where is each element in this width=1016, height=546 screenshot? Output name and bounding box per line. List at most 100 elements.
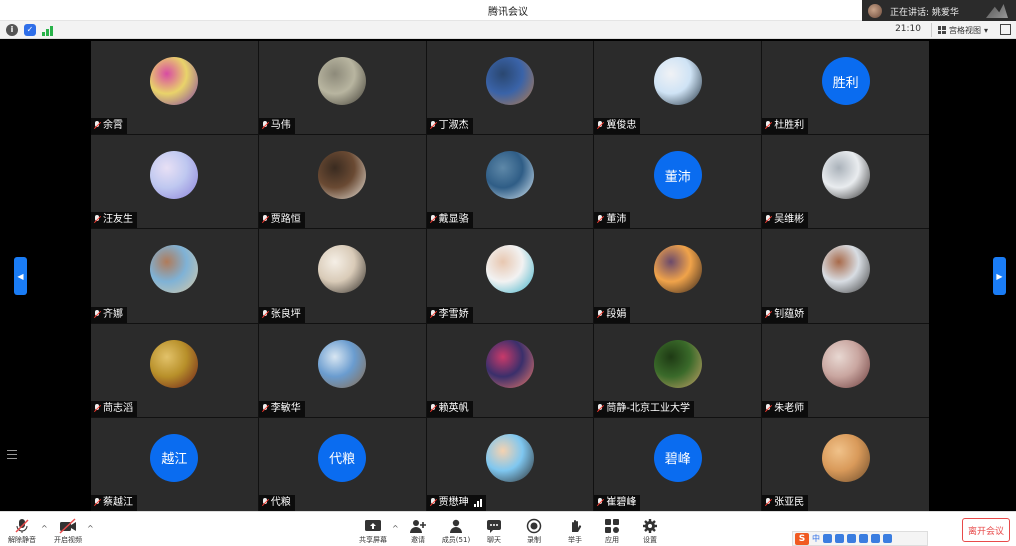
participant-tile[interactable]: 冀俊忠 — [594, 41, 762, 135]
participant-name-bar: 段娟 — [594, 306, 631, 323]
speaking-label: 正在讲话: 姚爱华 — [890, 7, 959, 18]
participant-tile[interactable]: 碧峰 崔碧峰 — [594, 417, 762, 511]
start-video-label: 开启视频 — [54, 536, 82, 544]
signal-icon[interactable] — [42, 24, 54, 36]
participant-tile[interactable]: 段娟 — [594, 229, 762, 323]
photo-avatar — [821, 151, 870, 200]
participant-tile[interactable]: 朱老师 — [762, 323, 929, 417]
gallery-view-button[interactable]: 宫格视图 ▾ — [930, 23, 994, 37]
list-toggle-icon[interactable] — [7, 450, 17, 459]
participant-tile[interactable]: 丁淑杰 — [426, 41, 594, 135]
participant-tile[interactable]: 越江 蔡越江 — [91, 417, 258, 511]
participant-name: 董沛 — [606, 214, 627, 226]
audio-level-icon — [473, 498, 482, 507]
keyboard-icon[interactable] — [859, 534, 868, 543]
settings-button[interactable]: 设置 — [630, 518, 670, 545]
participant-name-bar: 崔碧峰 — [594, 494, 641, 511]
participant-name-bar: 齐娜 — [91, 306, 127, 323]
photo-avatar — [150, 57, 199, 105]
skin-icon[interactable] — [871, 534, 880, 543]
participant-name-bar: 李雪娇 — [426, 306, 473, 323]
muted-mic-icon — [596, 309, 604, 320]
shield-icon[interactable]: ✓ — [24, 24, 36, 36]
photo-avatar — [653, 339, 702, 388]
participant-tile[interactable]: 茼静-北京工业大学 — [594, 323, 762, 417]
decorative-logo-icon — [986, 4, 1008, 18]
participant-tile[interactable]: 吴维彬 — [762, 135, 929, 229]
tools-icon[interactable] — [883, 534, 892, 543]
participant-name: 丁淑杰 — [438, 120, 469, 132]
participant-name: 冀俊忠 — [606, 120, 637, 132]
participant-tile[interactable]: 马伟 — [258, 41, 426, 135]
participant-name: 齐娜 — [103, 308, 123, 320]
participant-name-bar: 贾路恒 — [258, 212, 305, 229]
chat-button[interactable]: 聊天 — [474, 518, 514, 545]
participant-name-bar: 杜胜利 — [762, 118, 809, 135]
photo-avatar — [653, 57, 702, 105]
emoji-icon[interactable] — [835, 534, 844, 543]
participant-tile[interactable]: 余霄 — [91, 41, 258, 135]
leave-meeting-button[interactable]: 离开会议 — [962, 518, 1010, 542]
voice-icon[interactable] — [847, 534, 856, 543]
participant-name: 段娟 — [606, 308, 627, 320]
unmute-button[interactable]: 解除静音 — [2, 518, 42, 545]
participant-tile[interactable]: 钊蕴娇 — [762, 229, 929, 323]
muted-mic-icon — [2, 518, 42, 534]
photo-avatar — [318, 339, 367, 388]
fullscreen-icon[interactable] — [1000, 24, 1011, 35]
video-options-chevron-icon[interactable]: ^ — [87, 524, 94, 533]
participant-tile[interactable]: 贾懋珅 — [426, 417, 594, 511]
share-screen-button[interactable]: 共享屏幕 — [353, 518, 393, 545]
participant-name: 吴维彬 — [774, 214, 805, 226]
participant-name: 贾路恒 — [270, 214, 301, 226]
participant-tile[interactable]: 李雪娇 — [426, 229, 594, 323]
participant-name: 李敏华 — [270, 402, 301, 414]
chat-icon — [474, 518, 514, 534]
participant-tile[interactable]: 胜利 杜胜利 — [762, 41, 929, 135]
participant-tile[interactable]: 张亚民 — [762, 417, 929, 511]
ime-toolbar[interactable]: S 中 — [792, 531, 928, 546]
start-video-button[interactable]: 开启视频 — [48, 518, 88, 545]
record-button[interactable]: 录制 — [514, 518, 554, 545]
participant-tile[interactable]: 代粮 代粮 — [258, 417, 426, 511]
photo-avatar — [821, 433, 870, 482]
participant-tile[interactable]: 戴显骆 — [426, 135, 594, 229]
initials-avatar: 胜利 — [821, 57, 870, 105]
participant-name-bar: 马伟 — [258, 118, 295, 135]
next-page-button[interactable]: ▶ — [993, 257, 1006, 295]
participant-tile[interactable]: 李敏华 — [258, 323, 426, 417]
muted-mic-icon — [261, 309, 269, 320]
apps-button[interactable]: 应用 — [592, 518, 632, 545]
audio-options-chevron-icon[interactable]: ^ — [41, 524, 48, 533]
photo-avatar — [653, 245, 702, 294]
raise-hand-icon — [555, 518, 595, 534]
participant-name: 赖英帆 — [438, 402, 469, 414]
share-screen-icon — [353, 518, 393, 534]
chat-label: 聊天 — [487, 536, 501, 544]
participant-name: 汪友生 — [103, 214, 133, 226]
cartoon-avatar — [485, 433, 534, 482]
participant-tile[interactable]: 张良坪 — [258, 229, 426, 323]
participant-name-bar: 汪友生 — [91, 212, 137, 229]
participant-tile[interactable]: 赖英帆 — [426, 323, 594, 417]
info-bar: i ✓ 21:10 宫格视图 ▾ — [0, 21, 1016, 39]
info-icon[interactable]: i — [6, 24, 18, 36]
participant-tile[interactable]: 茼志滔 — [91, 323, 258, 417]
record-icon — [514, 518, 554, 534]
prev-page-button[interactable]: ◀ — [14, 257, 27, 295]
participant-name-bar: 茼静-北京工业大学 — [594, 400, 694, 417]
punctuation-icon[interactable] — [823, 534, 832, 543]
participant-tile[interactable]: 汪友生 — [91, 135, 258, 229]
photo-avatar — [485, 339, 534, 388]
muted-mic-icon — [93, 403, 101, 414]
participant-tile[interactable]: 贾路恒 — [258, 135, 426, 229]
video-grid: 余霄 马伟 丁淑杰 冀俊忠 胜利 杜胜利汪友生 贾路恒 戴显骆 董沛 董沛 吴维彬齐娜 张良坪 李雪娇 段… — [91, 41, 929, 511]
ime-language[interactable]: 中 — [812, 533, 820, 544]
participant-tile[interactable]: 董沛 董沛 — [594, 135, 762, 229]
speaking-indicator: 正在讲话: 姚爱华 — [862, 0, 1016, 22]
raise-hand-button[interactable]: 举手 — [555, 518, 595, 545]
invite-button[interactable]: 邀请 — [398, 518, 438, 545]
apps-grid-icon — [592, 518, 632, 534]
participant-tile[interactable]: 齐娜 — [91, 229, 258, 323]
members-button[interactable]: 成员(51) — [436, 518, 476, 545]
